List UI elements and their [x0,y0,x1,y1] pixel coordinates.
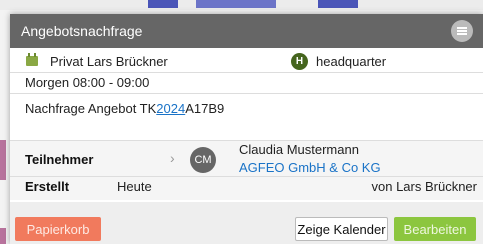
participant-name: Claudia Mustermann [239,142,359,157]
show-calendar-button[interactable]: Zeige Kalender [295,217,388,241]
avatar: CM [190,147,216,173]
appointment-time: Morgen 08:00 - 09:00 [25,75,150,90]
hamburger-icon [457,27,467,35]
created-by: von Lars Brückner [371,179,478,194]
subject-number-link[interactable]: 2024 [156,101,185,116]
participants-label: Teilnehmer [25,152,94,167]
time-row: Morgen 08:00 - 09:00 [10,72,483,92]
subject-suffix: A17B9 [185,101,225,116]
menu-button[interactable] [451,20,473,42]
dialog-title: Angebotsnachfrage [21,23,143,39]
appointment-dialog: Angebotsnachfrage Privat Lars Brückner H… [10,14,483,244]
background-event-block [148,0,178,8]
created-value: Heute [117,179,152,194]
location-badge-icon: H [291,53,308,70]
trash-button[interactable]: Papierkorb [15,217,101,241]
chevron-right-icon[interactable]: › [170,150,175,166]
background-event-marker [0,228,6,244]
background-event-marker [0,140,6,180]
created-label: Erstellt [25,179,70,194]
calendar-row: Privat Lars Brückner H headquarter [10,50,483,72]
dialog-titlebar: Angebotsnachfrage [10,14,483,48]
background-event-block [318,0,358,8]
background-event-block [196,0,276,8]
subject-row: Nachfrage Angebot TK2024A17B9 [10,98,483,120]
subject-prefix: Nachfrage Angebot TK [25,101,157,116]
divider [10,140,483,141]
divider [10,93,483,94]
background-calendar-strip [0,0,483,10]
edit-button[interactable]: Bearbeiten [394,217,476,241]
appointment-subject: Nachfrage Angebot TK2024A17B9 [25,101,224,116]
calendar-icon [26,53,38,66]
calendar-name: Privat Lars Brückner [50,54,168,69]
divider [10,176,483,177]
location-name: headquarter [316,54,387,69]
participant-company-link[interactable]: AGFEO GmbH & Co KG [239,160,381,175]
